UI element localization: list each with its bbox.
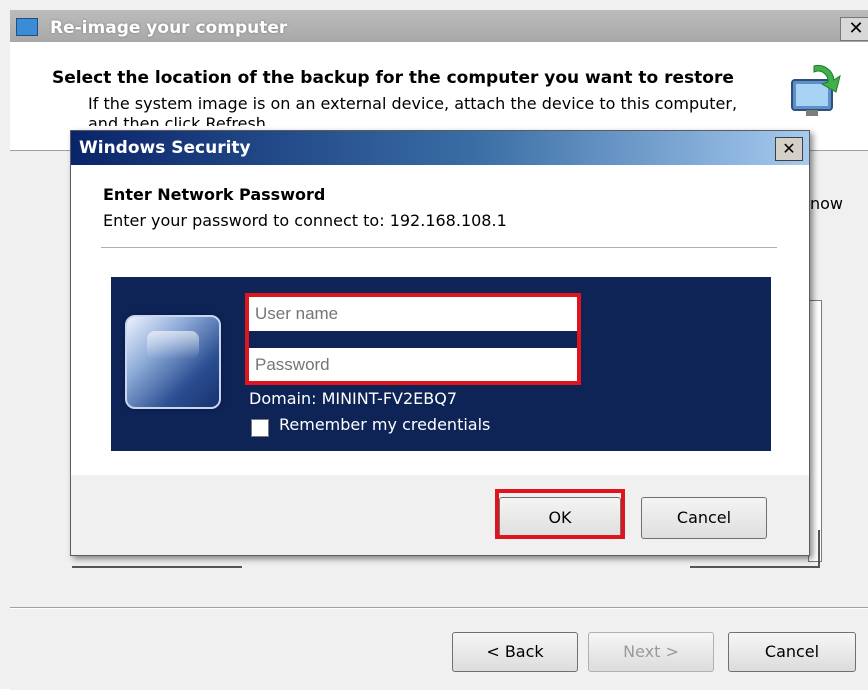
- remember-credentials-label[interactable]: Remember my credentials: [279, 415, 490, 434]
- wizard-partial-text: now: [810, 194, 844, 213]
- wizard-heading: Select the location of the backup for th…: [52, 68, 734, 88]
- wizard-title: Re-image your computer: [50, 18, 288, 38]
- wizard-description-line1: If the system image is on an external de…: [88, 94, 738, 113]
- backup-monitor-icon: [16, 18, 38, 36]
- wizard-cancel-button[interactable]: Cancel: [728, 632, 856, 672]
- computer-restore-icon: [791, 65, 841, 116]
- backup-listbox[interactable]: [808, 300, 822, 562]
- credential-panel: Domain: MININT-FV2EBQ7 Remember my crede…: [111, 277, 771, 451]
- remember-credentials-checkbox[interactable]: [251, 419, 269, 437]
- wizard-close-button[interactable]: ✕: [840, 17, 868, 41]
- dialog-close-button[interactable]: ✕: [775, 137, 803, 161]
- dialog-heading: Enter Network Password: [103, 185, 326, 204]
- dialog-titlebar: Windows Security ✕: [71, 131, 809, 165]
- wizard-description-line2: and then click Refresh.: [88, 114, 272, 126]
- dialog-title: Windows Security: [79, 138, 251, 158]
- dialog-subtext: Enter your password to connect to: 192.1…: [103, 211, 507, 230]
- user-tile-glare: [147, 331, 199, 359]
- windows-security-dialog: Windows Security ✕ Enter Network Passwor…: [70, 130, 810, 556]
- next-button[interactable]: Next >: [588, 632, 714, 672]
- dialog-cancel-button[interactable]: Cancel: [641, 497, 767, 539]
- user-tile-icon: [125, 315, 221, 409]
- credentials-highlight-box: [245, 293, 581, 385]
- back-button[interactable]: < Back: [452, 632, 578, 672]
- wizard-separator: [10, 607, 868, 609]
- ok-highlight-box: [495, 489, 625, 539]
- dialog-divider: [101, 247, 777, 248]
- domain-label: Domain: MININT-FV2EBQ7: [249, 389, 458, 408]
